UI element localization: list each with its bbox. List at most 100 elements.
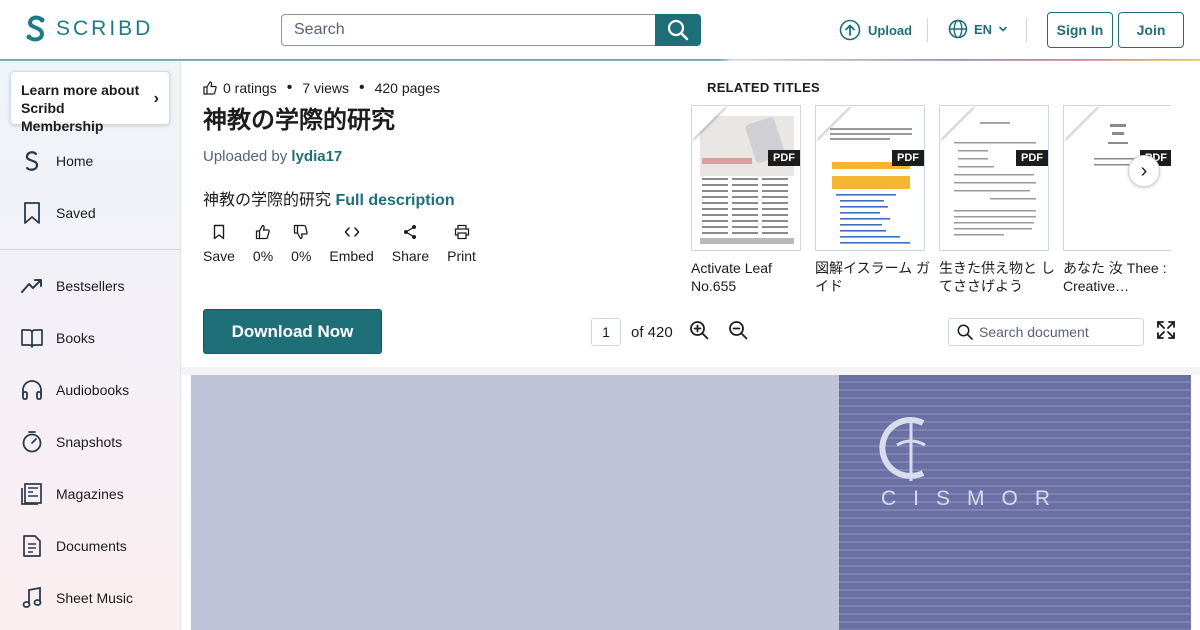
chevron-right-icon: › bbox=[153, 90, 159, 107]
related-title: あなた 汝 Thee : Creative… bbox=[1063, 260, 1167, 294]
print-button[interactable]: Print bbox=[447, 224, 476, 264]
sign-in-button[interactable]: Sign In bbox=[1047, 12, 1113, 48]
headphones-icon bbox=[22, 380, 42, 400]
sidebar-item-label: Documents bbox=[56, 538, 127, 554]
document-search-placeholder: Search document bbox=[979, 324, 1089, 340]
carousel-next-button[interactable]: › bbox=[1128, 155, 1160, 187]
sidebar-item-audiobooks[interactable]: Audiobooks bbox=[20, 377, 129, 403]
pages-count: 420 pages bbox=[374, 80, 441, 96]
scribd-logo[interactable]: SCRIBD bbox=[24, 14, 153, 44]
sidebar-item-label: Books bbox=[56, 330, 95, 346]
full-description-link[interactable]: Full description bbox=[335, 192, 454, 209]
related-title: 生きた供え物と してささげよう bbox=[939, 260, 1055, 294]
document-stats: 0 ratings • 7 views • 420 pages bbox=[203, 79, 440, 97]
print-icon bbox=[454, 224, 469, 240]
cismor-logo-text: CISMOR bbox=[881, 487, 1067, 510]
scribd-home-icon bbox=[25, 151, 39, 171]
sidebar-item-label: Sheet Music bbox=[56, 590, 134, 606]
join-button[interactable]: Join bbox=[1118, 12, 1184, 48]
embed-label: Embed bbox=[329, 248, 374, 264]
zoom-in-icon[interactable] bbox=[689, 320, 709, 340]
thumbs-up-icon bbox=[203, 81, 217, 95]
description-text: 神教の学際的研究 bbox=[203, 192, 332, 209]
embed-button[interactable]: Embed bbox=[329, 224, 374, 264]
related-titles-heading: RELATED TITLES bbox=[707, 80, 821, 95]
sidebar-item-snapshots[interactable]: Snapshots bbox=[20, 429, 122, 455]
related-thumbnail: PDF bbox=[815, 105, 925, 251]
downvote-percent: 0% bbox=[291, 248, 312, 264]
uploader-line: Uploaded by lydia17 bbox=[203, 148, 342, 165]
zoom-out-icon[interactable] bbox=[728, 320, 748, 340]
book-icon bbox=[21, 329, 43, 348]
membership-label: Learn more about Scribd Membership bbox=[21, 82, 140, 134]
page-fold bbox=[816, 106, 850, 140]
sidebar-item-label: Audiobooks bbox=[56, 382, 130, 398]
header-divider bbox=[927, 18, 928, 42]
related-titles-carousel: PDF Activate Leaf No.655 PDF 図解イスラーム ガイド… bbox=[691, 105, 1171, 300]
download-now-button[interactable]: Download Now bbox=[203, 309, 382, 354]
related-thumbnail: PDF bbox=[939, 105, 1049, 251]
chevron-right-icon: › bbox=[1140, 159, 1148, 182]
search-input[interactable] bbox=[281, 14, 655, 46]
pdf-badge: PDF bbox=[1016, 150, 1048, 166]
upvote-percent: 0% bbox=[252, 248, 274, 264]
share-button[interactable]: Share bbox=[392, 224, 429, 264]
sidebar-item-label: Bestsellers bbox=[56, 278, 125, 294]
uploader-link[interactable]: lydia17 bbox=[291, 148, 342, 165]
share-label: Share bbox=[391, 248, 430, 264]
search-button[interactable] bbox=[655, 14, 701, 46]
upvote-button[interactable]: 0% bbox=[253, 224, 273, 264]
print-label: Print bbox=[447, 248, 476, 264]
related-title-card[interactable]: PDF Activate Leaf No.655 bbox=[691, 105, 801, 295]
music-note-icon bbox=[22, 586, 42, 608]
thumbs-down-icon bbox=[294, 224, 309, 240]
logo-text: SCRIBD bbox=[56, 17, 154, 40]
scribd-logo-icon bbox=[26, 15, 45, 42]
document-page: CISMOR bbox=[191, 375, 1191, 630]
search-bar bbox=[281, 14, 701, 46]
globe-icon bbox=[948, 19, 968, 39]
top-header: SCRIBD Upload EN Sign In Join bbox=[0, 0, 1200, 60]
page-fold bbox=[692, 106, 726, 140]
sidebar-item-label: Snapshots bbox=[56, 434, 123, 450]
sidebar-divider bbox=[0, 249, 180, 250]
ratings-count: 0 ratings bbox=[223, 80, 277, 96]
bookmark-icon bbox=[24, 202, 40, 224]
sidebar-item-saved[interactable]: Saved bbox=[20, 200, 96, 226]
upload-button[interactable]: Upload bbox=[839, 19, 912, 41]
related-thumbnail: PDF bbox=[691, 105, 801, 251]
magazine-icon bbox=[21, 483, 42, 505]
upload-icon bbox=[839, 19, 861, 41]
fullscreen-icon[interactable] bbox=[1157, 321, 1175, 339]
language-selector[interactable]: EN bbox=[948, 19, 1008, 39]
sidebar-item-home[interactable]: Home bbox=[20, 148, 93, 174]
pdf-badge: PDF bbox=[892, 150, 924, 166]
page-fold bbox=[1064, 106, 1098, 140]
related-title-card[interactable]: PDF 図解イスラーム ガイド bbox=[815, 105, 930, 295]
document-icon bbox=[23, 535, 41, 557]
membership-promo[interactable]: Learn more about Scribd Membership › bbox=[10, 71, 170, 134]
sidebar-item-documents[interactable]: Documents bbox=[20, 533, 127, 559]
sidebar-item-sheet-music[interactable]: Sheet Music bbox=[20, 585, 133, 611]
sidebar-item-magazines[interactable]: Magazines bbox=[20, 481, 124, 507]
related-title-card[interactable]: PDF あなた 汝 Thee : Creative… bbox=[1063, 105, 1171, 295]
header-divider bbox=[1026, 18, 1027, 42]
separator-dot: • bbox=[286, 79, 293, 96]
document-search[interactable]: Search document bbox=[948, 318, 1144, 346]
related-title-card[interactable]: PDF 生きた供え物と してささげよう bbox=[939, 105, 1055, 295]
document-actions: Save 0% 0% Embed Share Print bbox=[203, 224, 494, 264]
page-number-input[interactable]: 1 bbox=[591, 318, 621, 346]
related-title: 図解イスラーム ガイド bbox=[815, 260, 931, 294]
sidebar-item-label: Magazines bbox=[56, 486, 124, 502]
sidebar-item-label: Home bbox=[56, 153, 94, 169]
views-count: 7 views bbox=[302, 80, 349, 96]
cismor-logo-icon bbox=[879, 417, 926, 481]
save-button[interactable]: Save bbox=[203, 224, 235, 264]
downvote-button[interactable]: 0% bbox=[291, 224, 311, 264]
sidebar-item-bestsellers[interactable]: Bestsellers bbox=[20, 273, 124, 299]
chevron-down-icon bbox=[999, 26, 1007, 32]
sidebar-item-books[interactable]: Books bbox=[20, 325, 95, 351]
trending-icon bbox=[21, 279, 42, 293]
search-icon bbox=[667, 19, 689, 41]
total-pages-label: of 420 bbox=[631, 324, 673, 341]
